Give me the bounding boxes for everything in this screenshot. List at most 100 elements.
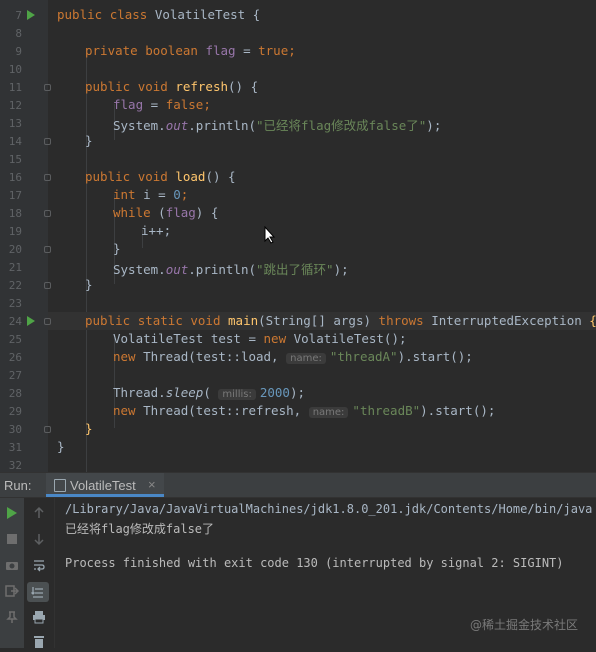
code-token: ; xyxy=(203,97,211,112)
parameter-hint: name: xyxy=(308,407,349,418)
code-line: VolatileTest test = new VolatileTest(); xyxy=(113,331,407,346)
code-token: throws xyxy=(378,313,432,328)
code-token: ).start(); xyxy=(420,403,496,418)
print-icon[interactable] xyxy=(29,610,49,628)
code-line: } xyxy=(57,439,65,454)
up-arrow-icon[interactable] xyxy=(29,506,49,524)
line-number: 19 xyxy=(8,225,22,238)
line-number: 21 xyxy=(8,261,22,274)
code-token: ; xyxy=(180,187,189,202)
code-editor[interactable]: 7 public class VolatileTest {8 9 private bo… xyxy=(0,0,596,472)
code-token: sleep xyxy=(165,385,204,400)
code-token: flag xyxy=(113,97,144,112)
code-token: .println( xyxy=(188,262,256,277)
line-number: 10 xyxy=(8,63,22,76)
code-token: public xyxy=(85,79,138,94)
soft-wrap-icon[interactable] xyxy=(29,558,49,576)
code-line: flag = false; xyxy=(113,97,211,112)
code-token: false xyxy=(165,97,204,112)
line-number: 24 xyxy=(8,315,22,328)
code-token: = xyxy=(143,97,166,112)
line-number: 11 xyxy=(8,81,22,94)
play-icon[interactable] xyxy=(27,316,35,326)
code-token: 2000 xyxy=(259,385,290,400)
code-token: } xyxy=(85,133,93,148)
code-token: Thread(test::refresh, xyxy=(143,403,309,418)
code-token: "threadB" xyxy=(352,403,421,418)
line-number: 25 xyxy=(8,333,22,346)
code-token: ); xyxy=(426,118,442,133)
run-toolbar-primary xyxy=(0,498,24,648)
run-tab-volatiletest[interactable]: VolatileTest xyxy=(46,473,164,497)
line-number: 30 xyxy=(8,423,22,436)
fold-marker-icon[interactable] xyxy=(44,174,51,181)
code-token: boolean xyxy=(145,43,206,58)
camera-icon[interactable] xyxy=(2,558,22,576)
code-token: new xyxy=(113,349,144,364)
code-token: ( xyxy=(158,205,166,220)
code-token: { xyxy=(589,313,596,328)
code-line: public void load() { xyxy=(85,169,236,184)
down-arrow-icon[interactable] xyxy=(29,532,49,550)
line-number: 17 xyxy=(8,189,22,202)
code-line: } xyxy=(85,277,93,292)
code-token: public xyxy=(85,313,138,328)
code-token: System. xyxy=(113,262,166,277)
pin-icon[interactable] xyxy=(2,610,22,628)
code-token: } xyxy=(113,241,121,256)
fold-marker-icon[interactable] xyxy=(44,138,51,145)
watermark: @稀土掘金技术社区 xyxy=(469,618,578,632)
trash-icon[interactable] xyxy=(29,634,49,652)
code-token: Thread(test::load, xyxy=(143,349,287,364)
close-tab-icon[interactable]: × xyxy=(148,477,156,492)
code-line: } xyxy=(113,241,121,256)
code-line: Thread.sleep( millis: 2000); xyxy=(113,385,305,400)
code-token: while xyxy=(113,205,159,220)
parameter-hint: millis: xyxy=(218,389,256,400)
fold-marker-icon[interactable] xyxy=(44,282,51,289)
fold-marker-icon[interactable] xyxy=(44,426,51,433)
code-token: = xyxy=(235,43,259,58)
code-token: new xyxy=(113,403,144,418)
fold-marker-icon[interactable] xyxy=(44,246,51,253)
line-number: 15 xyxy=(8,153,22,166)
line-number: 8 xyxy=(15,27,22,40)
code-token: ; xyxy=(288,43,296,58)
code-token: private xyxy=(85,43,146,58)
code-token: main xyxy=(228,313,259,328)
code-line: i++; xyxy=(141,223,171,238)
line-number: 12 xyxy=(8,99,22,112)
stop-icon[interactable] xyxy=(2,532,22,550)
code-token: Thread. xyxy=(113,385,166,400)
code-token: refresh xyxy=(175,79,229,94)
code-line: private boolean flag = true; xyxy=(85,43,296,58)
line-number: 26 xyxy=(8,351,22,364)
rerun-icon[interactable] xyxy=(2,506,22,524)
line-number: 9 xyxy=(15,45,22,58)
code-token: (String[] args) xyxy=(258,313,379,328)
run-tab-label: VolatileTest xyxy=(70,478,136,493)
play-icon[interactable] xyxy=(27,10,35,20)
code-token: new xyxy=(263,331,294,346)
code-line: } xyxy=(85,421,93,436)
fold-marker-icon[interactable] xyxy=(44,210,51,217)
scroll-to-end-icon[interactable] xyxy=(27,582,49,602)
code-line: public void refresh() { xyxy=(85,79,258,94)
code-token: ); xyxy=(333,262,349,277)
code-token: load xyxy=(175,169,206,184)
code-token: public xyxy=(85,169,138,184)
line-number: 32 xyxy=(8,459,22,472)
code-token: static xyxy=(137,313,191,328)
console-line-output: 已经将flag修改成false了 xyxy=(65,522,215,536)
exit-icon[interactable] xyxy=(2,584,22,602)
line-number: 28 xyxy=(8,387,22,400)
fold-marker-icon[interactable] xyxy=(44,318,51,325)
run-config-icon xyxy=(54,479,66,492)
code-token: () { xyxy=(228,79,259,94)
console-line-exit: Process finished with exit code 130 (int… xyxy=(65,556,564,570)
code-line: new Thread(test::load, name: "threadA").s… xyxy=(113,349,473,364)
code-token: void xyxy=(190,313,229,328)
fold-marker-icon[interactable] xyxy=(44,84,51,91)
code-line: System.out.println("已经将flag修改成false了"); xyxy=(113,115,441,134)
code-token: "threadA" xyxy=(329,349,398,364)
